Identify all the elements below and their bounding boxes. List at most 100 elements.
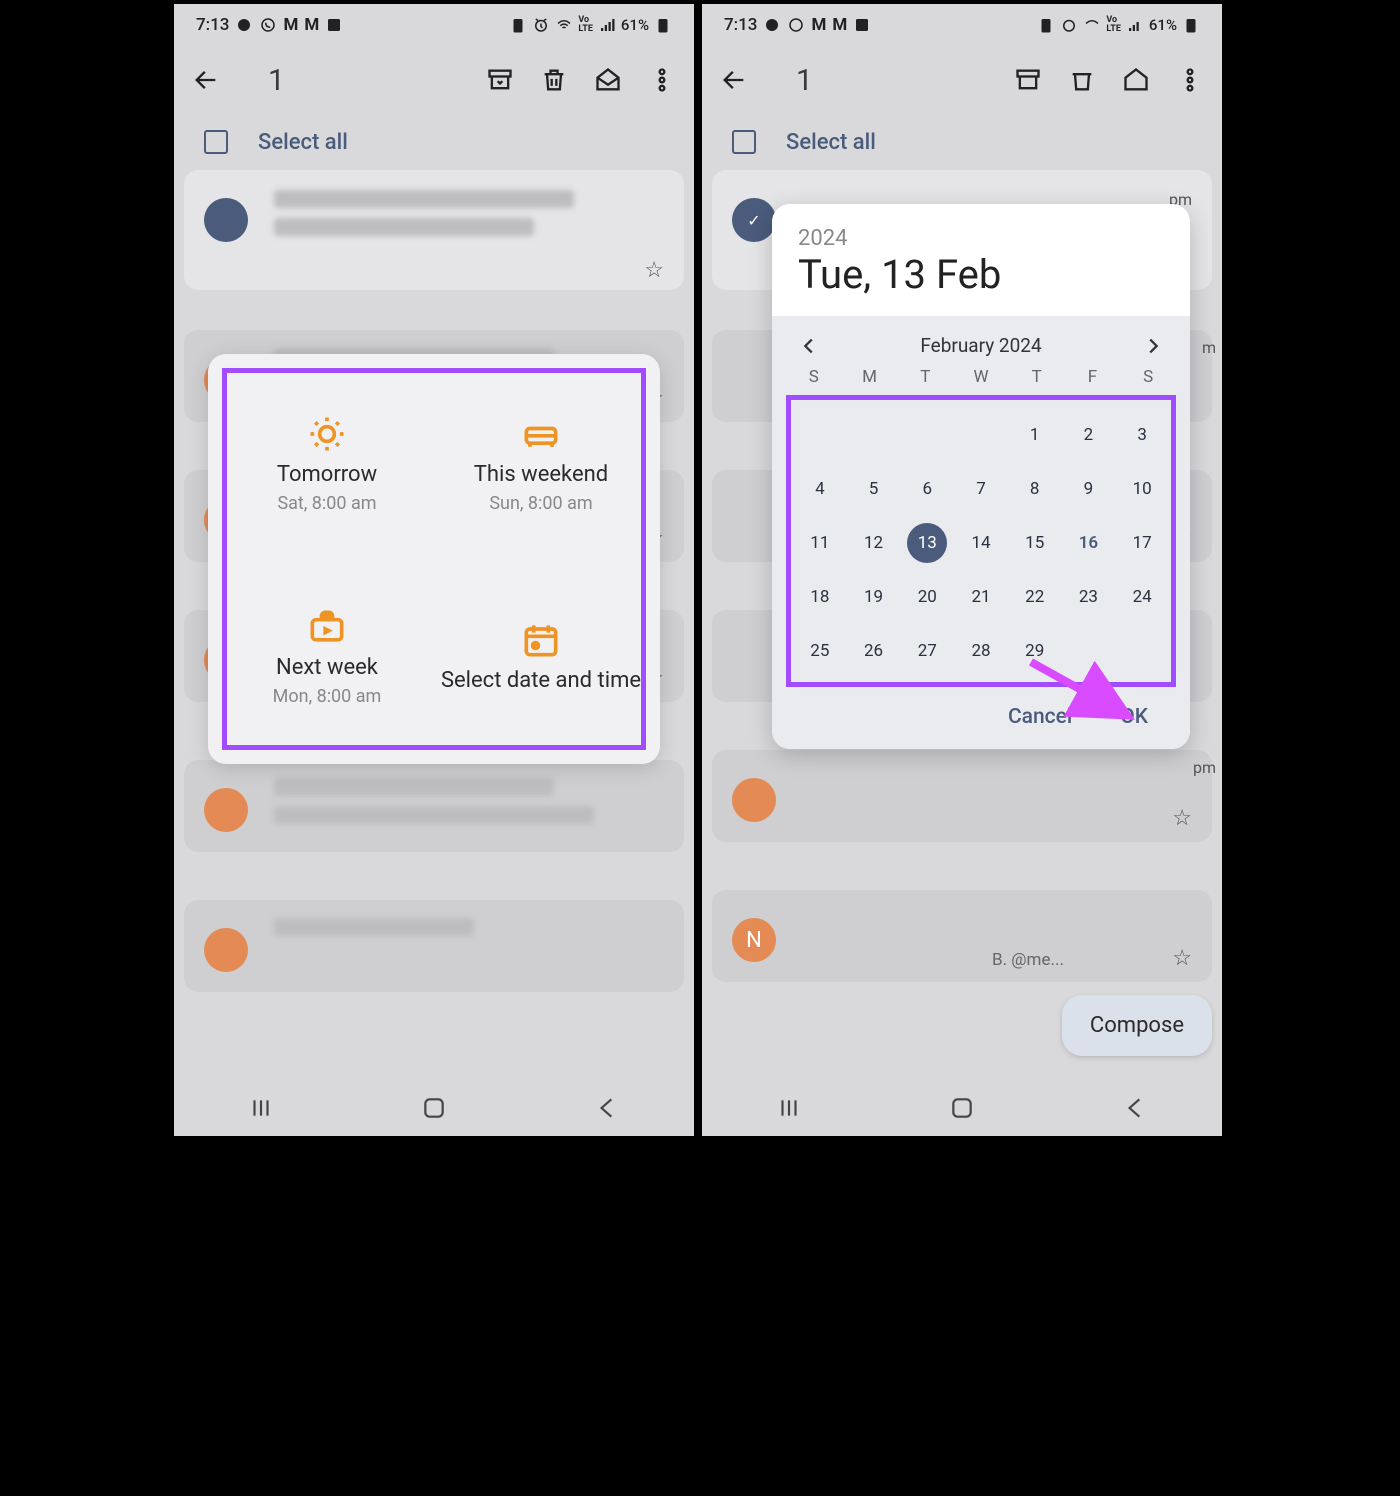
list-item: N B. @me... ☆ [712, 890, 1212, 982]
select-all-label: Select all [786, 130, 876, 155]
selection-count: 1 [796, 63, 813, 98]
status-bar: 7:13 M M VoLTE 61% [174, 4, 694, 46]
alarm-icon [532, 16, 550, 34]
app-icon-m2: M [832, 15, 847, 35]
calendar-day[interactable]: 21 [954, 570, 1008, 624]
calendar-day[interactable]: 24 [1115, 570, 1169, 624]
trash-icon[interactable] [540, 66, 568, 94]
date-picker-dialog: 2024 Tue, 13 Feb February 2024 SMTWTFS 1… [772, 204, 1190, 749]
calendar-day[interactable]: 4 [793, 462, 847, 516]
star-icon[interactable]: ☆ [1172, 946, 1192, 971]
calendar-grid: 1234567891011121314151617181920212223242… [793, 408, 1169, 678]
phone-left: 7:13 M M VoLTE 61% 1 Select all [170, 0, 698, 1140]
star-icon[interactable]: ☆ [644, 258, 664, 283]
back-icon[interactable] [720, 66, 748, 94]
calendar-day[interactable]: 22 [1008, 570, 1062, 624]
calendar-day[interactable]: 23 [1062, 570, 1116, 624]
select-all-checkbox[interactable] [732, 130, 756, 154]
list-item [184, 900, 684, 992]
calendar-day[interactable]: 5 [847, 462, 901, 516]
compose-label: Compose [1090, 1013, 1184, 1038]
calendar-day[interactable]: 1 [1008, 408, 1062, 462]
calendar-day[interactable]: 17 [1115, 516, 1169, 570]
picker-year[interactable]: 2024 [798, 226, 1164, 251]
app-icon-m: M [283, 15, 298, 35]
list-item: ☆ [184, 170, 684, 290]
volte-icon: VoLTE [1106, 16, 1121, 34]
calendar-day[interactable]: 16 [1062, 516, 1116, 570]
more-icon[interactable] [1176, 66, 1204, 94]
calendar-day[interactable]: 2 [1062, 408, 1116, 462]
row-meta: B. @me... [992, 950, 1064, 970]
selection-count: 1 [268, 63, 285, 98]
select-all-label: Select all [258, 130, 348, 155]
alarm-icon [1060, 16, 1078, 34]
battery-pct: 61% [1149, 16, 1177, 34]
calendar-day[interactable]: 10 [1115, 462, 1169, 516]
battery-pct: 61% [621, 16, 649, 34]
app-bar: 1 [702, 46, 1222, 114]
battery-saver-icon [509, 16, 527, 34]
calendar-day[interactable]: 12 [847, 516, 901, 570]
recents-icon[interactable] [776, 1095, 802, 1121]
back-nav-icon[interactable] [1122, 1095, 1148, 1121]
battery-saver-icon [1037, 16, 1055, 34]
battery-icon [1182, 16, 1200, 34]
month-label[interactable]: February 2024 [920, 334, 1041, 357]
annotation-arrow-icon [1026, 657, 1136, 727]
status-bar: 7:13 M M VoLTE 61% [702, 4, 1222, 46]
calendar-day[interactable]: 25 [793, 624, 847, 678]
wifi-icon [1083, 16, 1101, 34]
wifi-icon [555, 16, 573, 34]
calendar-day[interactable]: 11 [793, 516, 847, 570]
calendar-day[interactable]: 18 [793, 570, 847, 624]
calendar-day[interactable]: 13 [900, 516, 954, 570]
archive-icon[interactable] [486, 66, 514, 94]
mail-open-icon[interactable] [594, 66, 622, 94]
nav-bar [174, 1080, 694, 1136]
mail-open-icon[interactable] [1122, 66, 1150, 94]
calendar-day[interactable]: 14 [954, 516, 1008, 570]
chat-icon [763, 16, 781, 34]
calendar-day[interactable]: 15 [1008, 516, 1062, 570]
battery-icon [654, 16, 672, 34]
calendar-day[interactable]: 8 [1008, 462, 1062, 516]
calendar-day[interactable]: 19 [847, 570, 901, 624]
nav-bar [702, 1080, 1222, 1136]
select-all-row[interactable]: Select all [174, 114, 694, 170]
whatsapp-icon [259, 16, 277, 34]
calendar-day[interactable]: 27 [900, 624, 954, 678]
list-item: pm ☆ [712, 750, 1212, 842]
compose-button[interactable]: Compose [1062, 995, 1212, 1056]
app-icon-m2: M [304, 15, 319, 35]
select-all-row[interactable]: Select all [702, 114, 1222, 170]
home-icon[interactable] [421, 1095, 447, 1121]
status-time: 7:13 [724, 15, 757, 35]
phone-right: 7:13 M M VoLTE 61% 1 Select all ✓ [698, 0, 1226, 1140]
calendar-day[interactable]: 6 [900, 462, 954, 516]
snooze-dialog: Tomorrow Sat, 8:00 am This weekend Sun, … [208, 354, 660, 764]
app-bar: 1 [174, 46, 694, 114]
calendar-day[interactable]: 9 [1062, 462, 1116, 516]
more-icon[interactable] [648, 66, 676, 94]
back-icon[interactable] [192, 66, 220, 94]
calendar-day[interactable]: 26 [847, 624, 901, 678]
calendar-day[interactable]: 20 [900, 570, 954, 624]
calendar-day[interactable]: 3 [1115, 408, 1169, 462]
next-month-icon[interactable] [1142, 335, 1164, 357]
highlight-box [222, 368, 646, 750]
picker-date: Tue, 13 Feb [798, 251, 1164, 298]
back-nav-icon[interactable] [594, 1095, 620, 1121]
app-icon-m: M [811, 15, 826, 35]
star-icon[interactable]: ☆ [1172, 806, 1192, 831]
home-icon[interactable] [949, 1095, 975, 1121]
chat-icon [235, 16, 253, 34]
select-all-checkbox[interactable] [204, 130, 228, 154]
calendar-day[interactable]: 28 [954, 624, 1008, 678]
calendar-day[interactable]: 7 [954, 462, 1008, 516]
prev-month-icon[interactable] [798, 335, 820, 357]
trash-icon[interactable] [1068, 66, 1096, 94]
recents-icon[interactable] [248, 1095, 274, 1121]
archive-icon[interactable] [1014, 66, 1042, 94]
volte-icon: VoLTE [578, 16, 593, 34]
